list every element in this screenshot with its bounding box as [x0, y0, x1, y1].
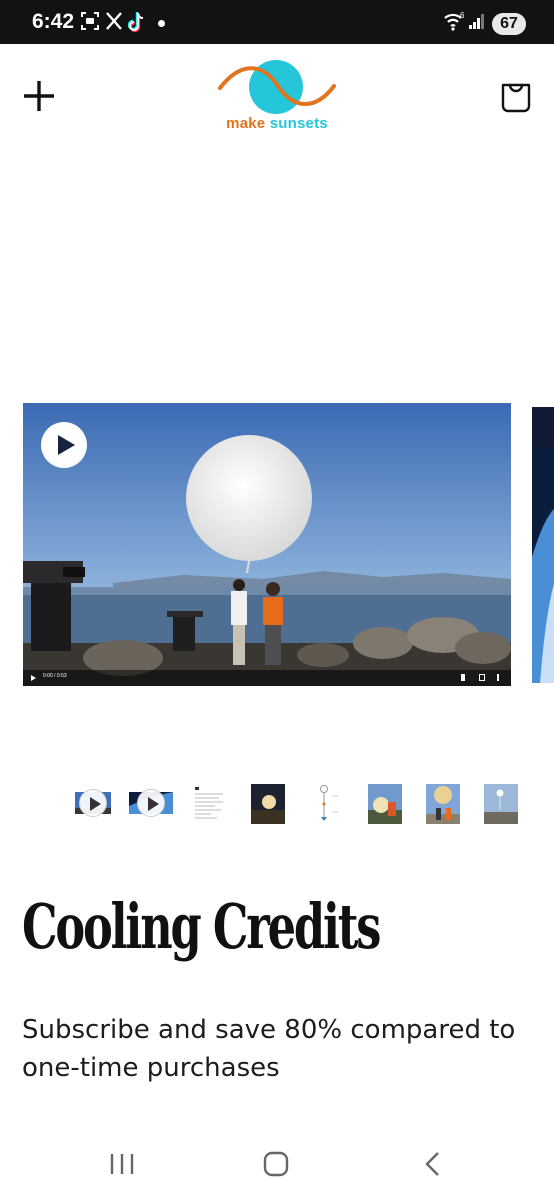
tiktok-icon	[128, 12, 144, 33]
home-icon[interactable]	[263, 1151, 289, 1177]
signal-icon	[469, 14, 484, 29]
notification-dot	[158, 20, 165, 27]
more-options-icon[interactable]	[497, 674, 499, 681]
recent-apps-icon[interactable]	[108, 1152, 136, 1176]
product-title: Cooling Credits	[22, 890, 381, 963]
thumbnail-7[interactable]	[426, 784, 460, 824]
next-slide-preview[interactable]	[532, 407, 554, 683]
product-video[interactable]: 0:00 / 0:53	[23, 403, 511, 686]
next-slide-image	[532, 407, 554, 683]
play-icon	[58, 435, 75, 455]
logo-text: make sunsets	[216, 115, 338, 132]
svg-text:6: 6	[460, 11, 465, 20]
logo-word-sunsets: sunsets	[269, 115, 328, 132]
thumbnail-2[interactable]	[129, 784, 173, 824]
thumbnail-4[interactable]	[251, 784, 285, 824]
screenshot-icon	[81, 12, 99, 30]
thumbnail-3-image	[193, 784, 227, 824]
thumbnail-6-image	[368, 784, 402, 824]
thumbnail-4-image	[251, 784, 285, 824]
thumbnail-6[interactable]	[368, 784, 402, 824]
logo[interactable]: make sunsets	[216, 56, 338, 136]
back-icon[interactable]	[422, 1151, 444, 1177]
volume-icon[interactable]	[461, 674, 467, 681]
wifi-icon: 6	[444, 11, 465, 31]
thumbnail-1[interactable]	[75, 784, 111, 824]
logo-word-make: make	[226, 115, 266, 132]
video-frame	[23, 403, 511, 686]
video-controls[interactable]: 0:00 / 0:53	[23, 670, 511, 686]
thumbnail-5-image	[310, 784, 344, 824]
battery-icon: 67	[492, 13, 526, 35]
video-play-button[interactable]	[41, 422, 87, 468]
control-play-icon[interactable]	[31, 675, 36, 681]
system-nav-bar	[0, 1126, 554, 1200]
status-bar: 6:42 6 67	[0, 0, 554, 44]
status-time: 6:42	[32, 10, 75, 33]
thumbnail-8[interactable]	[484, 784, 518, 824]
product-subtitle: Subscribe and save 80% compared to one-t…	[22, 1015, 516, 1083]
thumbnail-play-icon	[79, 789, 107, 817]
x-icon	[106, 12, 122, 30]
thumbnail-play-icon	[137, 789, 165, 817]
plus-icon[interactable]	[22, 79, 56, 113]
bag-icon[interactable]	[499, 78, 533, 114]
thumbnail-5[interactable]	[310, 784, 344, 824]
video-time: 0:00 / 0:53	[43, 673, 67, 679]
logo-mark	[218, 60, 336, 114]
thumbnail-8-image	[484, 784, 518, 824]
thumbnail-3[interactable]	[193, 784, 227, 824]
fullscreen-icon[interactable]	[479, 674, 485, 681]
thumbnail-7-image	[426, 784, 460, 824]
